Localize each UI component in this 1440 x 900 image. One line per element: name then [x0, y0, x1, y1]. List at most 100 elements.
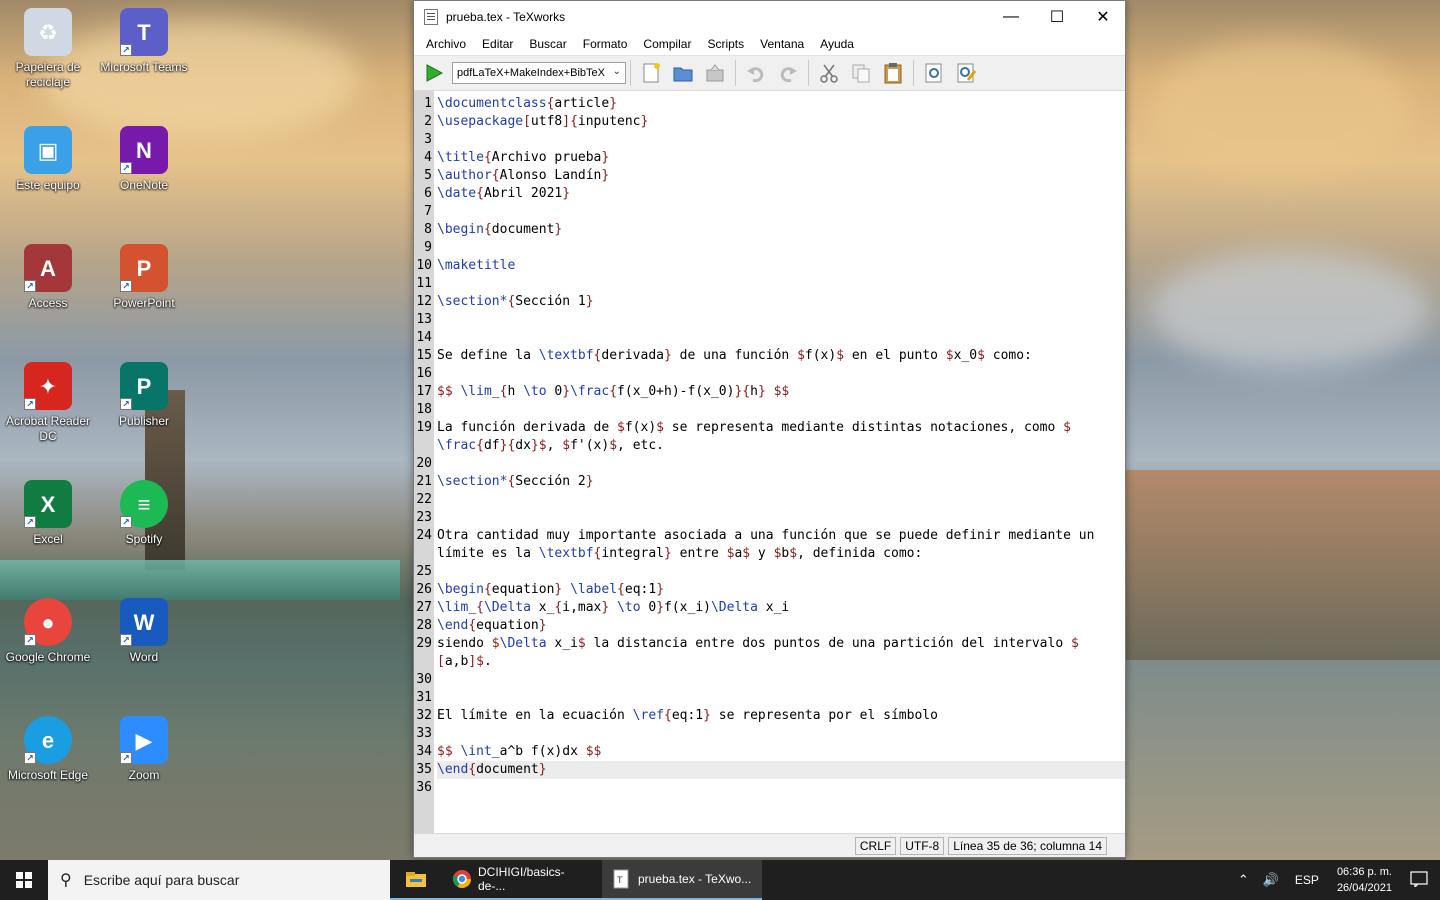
code-editor[interactable]: 1 2 3 4 5 6 7 8 9 10 11 12 13 14 15 16 17 18 19 20 21 22 23 24 2… — [414, 91, 1125, 833]
desktop-icon[interactable]: N ↗ OneNote — [98, 126, 190, 193]
river — [1126, 660, 1440, 860]
menu-item[interactable]: Buscar — [521, 37, 574, 51]
save-icon — [706, 64, 724, 82]
onenote-icon: N ↗ — [120, 126, 168, 174]
desktop-icon[interactable]: X ↗ Excel — [2, 480, 94, 547]
desktop-icon[interactable]: P ↗ PowerPoint — [98, 244, 190, 311]
desktop-icon-label: Papelera de reciclaje — [15, 60, 81, 89]
toolbar: pdfLaTeX+MakeIndex+BibTeX ⌄ — [414, 55, 1125, 91]
code-line: Se define la \textbf{derivada} de una fu… — [437, 348, 1032, 363]
title-bar[interactable]: prueba.tex - TeXworks — ☐ ✕ — [414, 1, 1125, 33]
close-button[interactable]: ✕ — [1080, 1, 1126, 33]
clock[interactable]: 06:36 p. m. 26/04/2021 — [1337, 864, 1392, 896]
notifications-button[interactable] — [1410, 870, 1428, 890]
desktop-icon[interactable]: W ↗ Word — [98, 598, 190, 665]
line-number: 8 — [424, 222, 432, 237]
code-line: \begin{equation} \label{eq:1} — [437, 582, 665, 597]
menu-item[interactable]: Formato — [575, 37, 636, 51]
code-line: $$ \lim_{h \to 0}\frac{f(x_0+h)-f(x_0)}{… — [437, 384, 790, 399]
line-number: 36 — [416, 780, 432, 795]
line-number — [414, 545, 434, 563]
desktop-icon[interactable]: P ↗ Publisher — [98, 362, 190, 429]
cursor-position[interactable]: Línea 35 de 36; columna 14 — [948, 836, 1107, 855]
taskbar-search[interactable]: ⚲ Escribe aquí para buscar — [48, 860, 390, 900]
typeset-button[interactable] — [420, 59, 448, 87]
desktop-icon[interactable]: A ↗ Access — [2, 244, 94, 311]
status-bar: CRLF UTF-8 Línea 35 de 36; columna 14 — [414, 833, 1125, 857]
paste-button[interactable] — [879, 59, 907, 87]
menu-item[interactable]: Editar — [474, 37, 521, 51]
desktop-icon[interactable]: T ↗ Microsoft Teams — [98, 8, 190, 75]
code-area[interactable]: \documentclass{article} \usepackage[utf8]… — [434, 91, 1125, 833]
language-indicator[interactable]: ESP — [1295, 873, 1319, 887]
menu-item[interactable]: Compilar — [635, 37, 699, 51]
undo-button[interactable] — [742, 59, 770, 87]
line-number: 28 — [416, 618, 432, 633]
code-line: \usepackage[utf8]{inputenc} — [437, 114, 649, 129]
line-ending-indicator[interactable]: CRLF — [854, 836, 897, 855]
save-button[interactable] — [701, 59, 729, 87]
desktop-icon[interactable]: e ↗ Microsoft Edge — [2, 716, 94, 783]
code-line: siendo $\Delta x_i$ la distancia entre d… — [437, 636, 1079, 651]
volume-icon[interactable]: 🔊 — [1263, 872, 1279, 888]
chevron-up-icon[interactable]: ⌃ — [1238, 872, 1249, 888]
clipboard-icon — [884, 63, 902, 84]
menu-item[interactable]: Ventana — [752, 37, 812, 51]
encoding-indicator[interactable]: UTF-8 — [900, 836, 945, 855]
line-number: 11 — [416, 276, 432, 291]
maximize-button[interactable]: ☐ — [1034, 1, 1080, 33]
taskbar-chrome[interactable]: DCIHIGI/basics-de-... — [442, 860, 602, 900]
line-number: 35 — [416, 762, 432, 777]
clock-time: 06:36 p. m. — [1336, 866, 1392, 878]
shortcut-arrow-icon: ↗ — [120, 398, 132, 410]
line-number: 1 — [424, 96, 432, 111]
minimize-button[interactable]: — — [988, 1, 1034, 33]
redo-button[interactable] — [774, 59, 802, 87]
computer-icon: ▣ — [24, 126, 72, 174]
taskbar-texworks[interactable]: T prueba.tex - TeXwo... — [602, 860, 762, 900]
menu-item[interactable]: Ayuda — [812, 37, 862, 51]
find-button[interactable] — [920, 59, 948, 87]
menu-item[interactable]: Archivo — [418, 37, 474, 51]
line-number: 10 — [416, 258, 432, 273]
toolbar-separator — [913, 60, 914, 86]
taskbar-texworks-label: prueba.tex - TeXwo... — [638, 872, 752, 886]
new-file-button[interactable] — [637, 59, 665, 87]
texworks-window[interactable]: prueba.tex - TeXworks — ☐ ✕ Archivo Edita… — [413, 0, 1126, 858]
desktop-icon[interactable]: ▣ Este equipo — [2, 126, 94, 193]
cut-button[interactable] — [815, 59, 843, 87]
spotify-icon: ≡ ↗ — [120, 480, 168, 528]
desktop-icon[interactable]: ≡ ↗ Spotify — [98, 480, 190, 547]
taskbar-chrome-label: DCIHIGI/basics-de-... — [478, 865, 565, 893]
line-number: 6 — [424, 186, 432, 201]
copy-button[interactable] — [847, 59, 875, 87]
desktop-icon[interactable]: ✦ ↗ Acrobat Reader DC — [2, 362, 94, 444]
menu-item[interactable]: Scripts — [699, 37, 752, 51]
access-icon: A ↗ — [24, 244, 72, 292]
line-number: 9 — [424, 240, 432, 255]
engine-select[interactable]: pdfLaTeX+MakeIndex+BibTeX ⌄ — [452, 62, 626, 84]
line-number: 30 — [416, 672, 432, 687]
open-file-button[interactable] — [669, 59, 697, 87]
line-number: 18 — [416, 402, 432, 417]
desktop-icon[interactable]: ♻ Papelera de reciclaje — [2, 8, 94, 90]
desktop-icon[interactable]: ▶ ↗ Zoom — [98, 716, 190, 783]
toolbar-separator — [630, 60, 631, 86]
code-line: Otra cantidad muy importante asociada a … — [437, 528, 1095, 543]
code-line: $$ \int_a^b f(x)dx $$ — [437, 744, 602, 759]
acrobat-icon: ✦ ↗ — [24, 362, 72, 410]
excel-icon: X ↗ — [24, 480, 72, 528]
replace-button[interactable] — [952, 59, 980, 87]
code-line: \date{Abril 2021} — [437, 186, 571, 201]
line-number-gutter: 1 2 3 4 5 6 7 8 9 10 11 12 13 14 15 16 17 18 19 20 21 22 23 24 2… — [414, 91, 434, 833]
start-button[interactable] — [0, 860, 48, 900]
chrome-icon — [452, 870, 471, 889]
desktop-icon[interactable]: ● ↗ Google Chrome — [2, 598, 94, 665]
taskbar-file-explorer[interactable] — [390, 860, 442, 900]
line-number: 20 — [416, 456, 432, 471]
recycle-bin-icon: ♻ — [24, 8, 72, 56]
